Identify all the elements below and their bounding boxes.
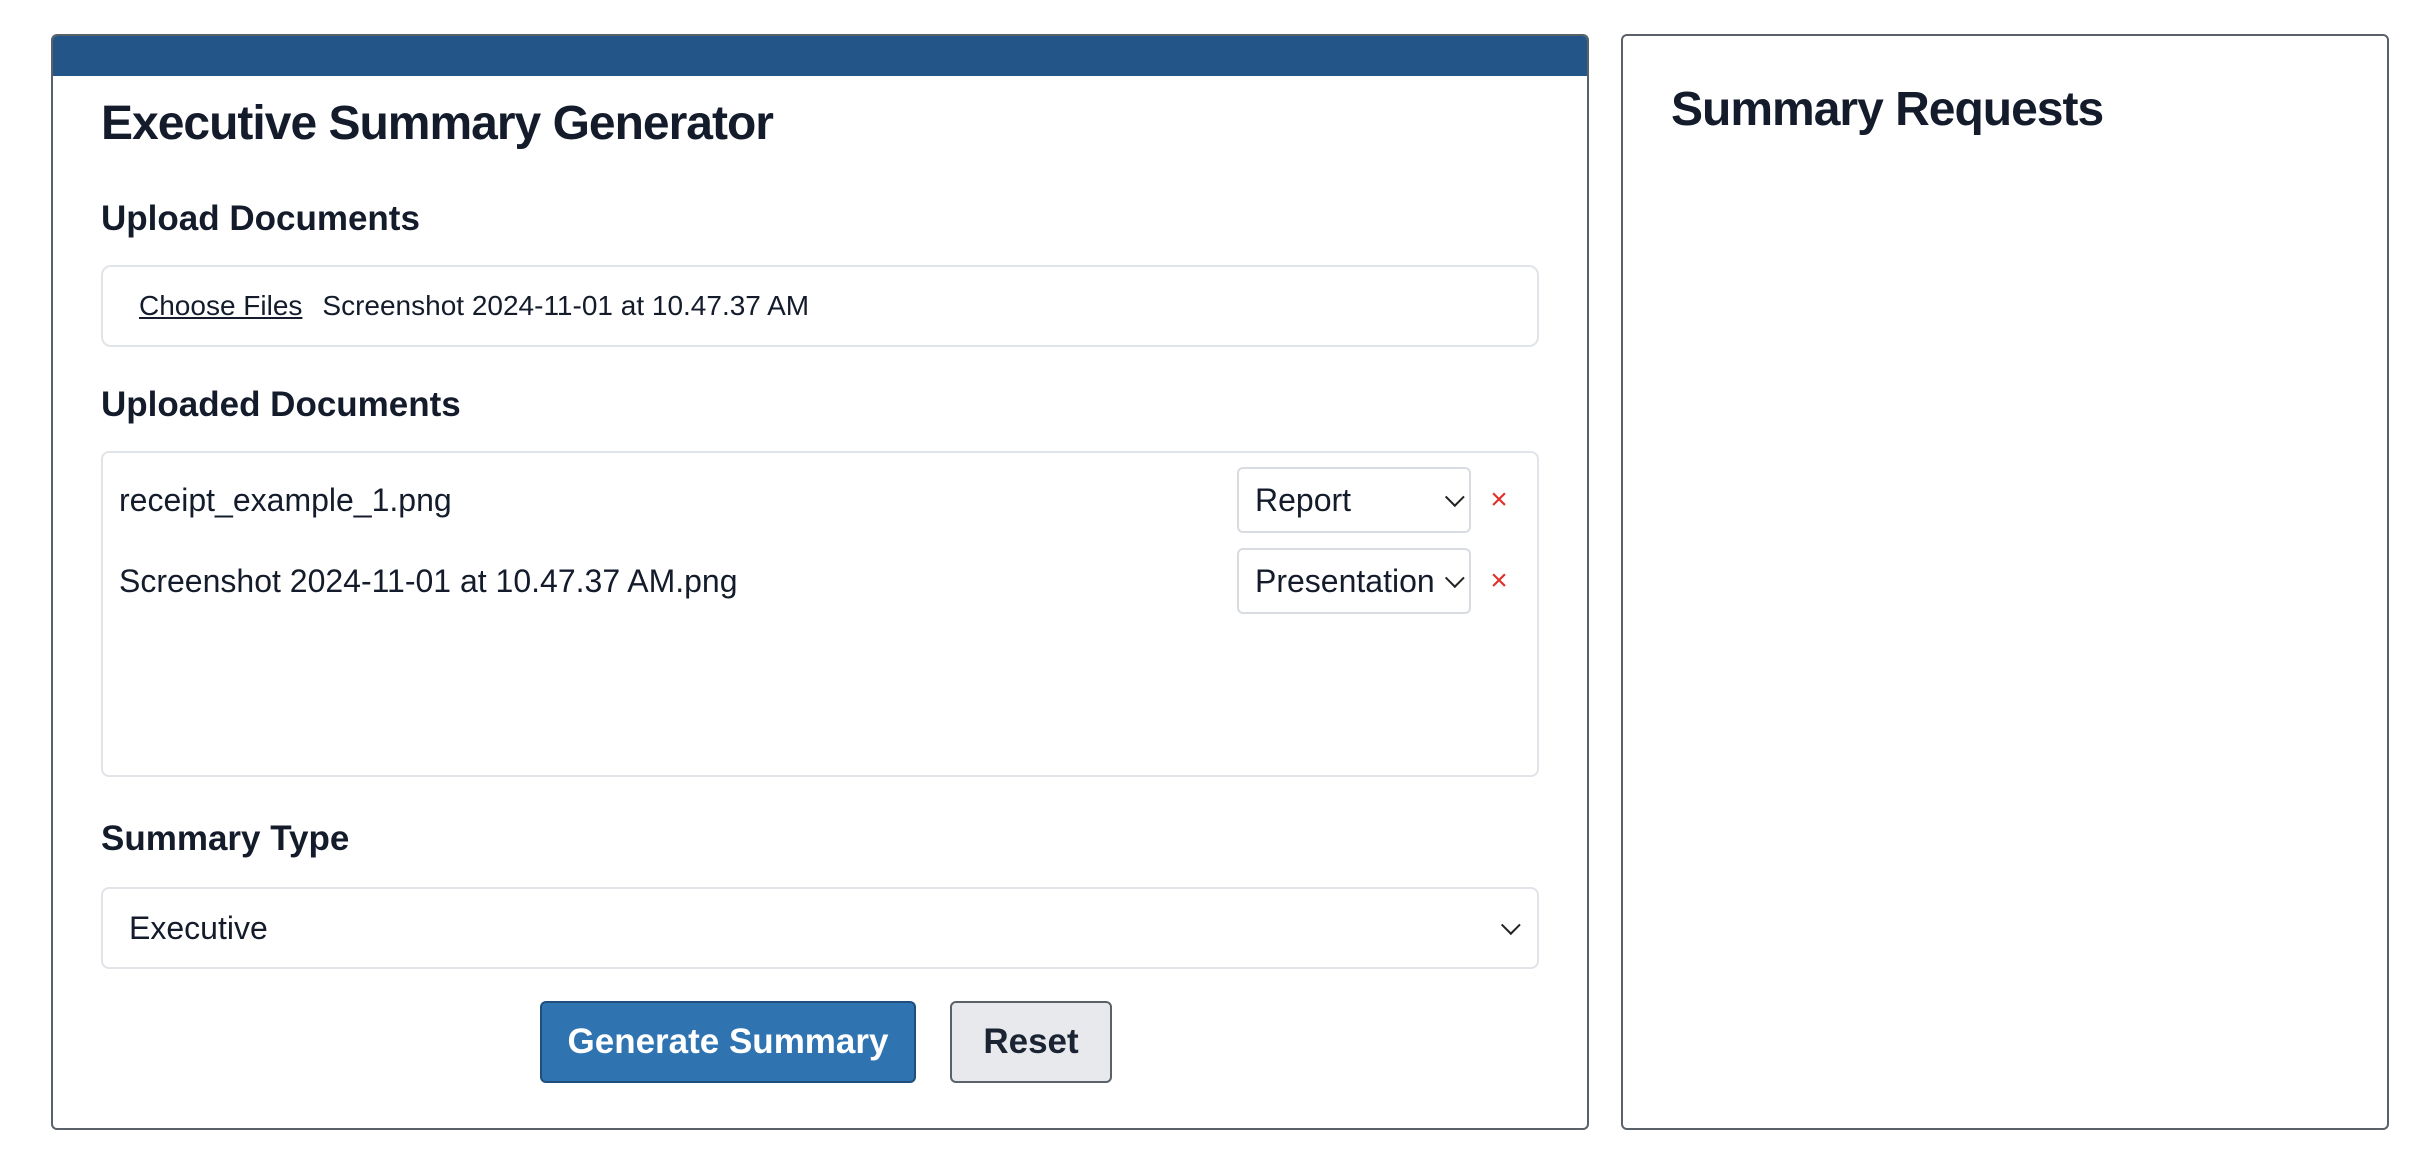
summary-requests-title: Summary Requests: [1671, 83, 2104, 136]
remove-document-button[interactable]: ×: [1477, 483, 1521, 517]
summary-type-select[interactable]: Executive: [101, 887, 1539, 969]
uploaded-documents-list: receipt_example_1.png Report × Screensho…: [101, 451, 1539, 777]
generator-panel: Executive Summary Generator Upload Docum…: [51, 34, 1589, 1130]
generate-summary-button[interactable]: Generate Summary: [540, 1001, 916, 1083]
page-title: Executive Summary Generator: [101, 97, 774, 150]
document-type-value: Presentation: [1255, 562, 1435, 599]
chosen-file-name: Screenshot 2024-11-01 at 10.47.37 AM: [322, 290, 810, 321]
chevron-down-icon: [1500, 915, 1521, 936]
summary-type-value: Executive: [129, 909, 268, 946]
document-type-select[interactable]: Report: [1237, 467, 1471, 533]
action-buttons: Generate Summary Reset: [101, 1001, 1539, 1083]
upload-documents-label: Upload Documents: [101, 199, 420, 238]
list-item: receipt_example_1.png Report ×: [119, 467, 1521, 533]
document-type-value: Report: [1255, 481, 1352, 518]
file-upload-input[interactable]: Choose Files Screenshot 2024-11-01 at 10…: [101, 265, 1539, 347]
summary-requests-panel: Summary Requests: [1621, 34, 2389, 1130]
list-item: Screenshot 2024-11-01 at 10.47.37 AM.png…: [119, 548, 1521, 614]
remove-document-button[interactable]: ×: [1477, 564, 1521, 598]
reset-button[interactable]: Reset: [950, 1001, 1112, 1083]
document-name: receipt_example_1.png: [119, 481, 452, 518]
chevron-down-icon: [1444, 568, 1465, 589]
choose-files-button[interactable]: Choose Files: [139, 290, 302, 322]
chevron-down-icon: [1444, 487, 1465, 508]
uploaded-documents-label: Uploaded Documents: [101, 385, 461, 424]
document-name: Screenshot 2024-11-01 at 10.47.37 AM.png: [119, 562, 738, 599]
document-type-select[interactable]: Presentation: [1237, 548, 1471, 614]
summary-type-label: Summary Type: [101, 819, 350, 858]
panel-header-bar: [53, 36, 1587, 76]
